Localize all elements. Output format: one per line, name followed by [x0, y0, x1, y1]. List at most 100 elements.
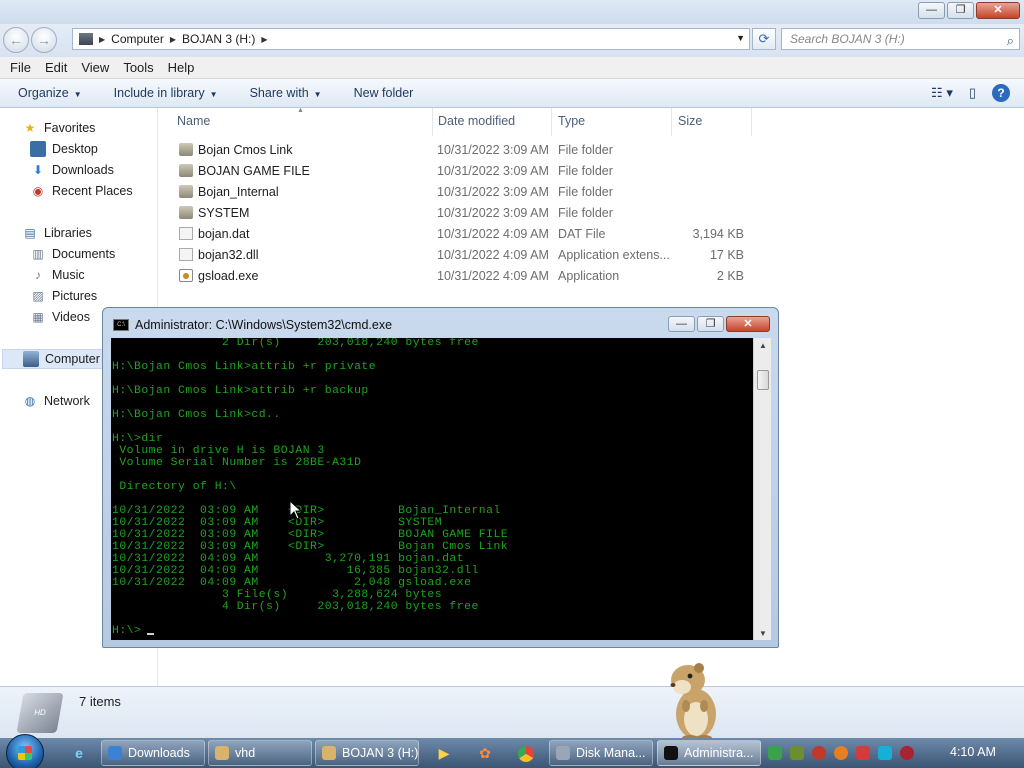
breadcrumb-drive[interactable]: BOJAN 3 (H:) — [182, 32, 255, 46]
documents-icon: ▥ — [32, 247, 44, 261]
column-divider[interactable] — [751, 108, 752, 136]
chrome-icon[interactable] — [511, 741, 541, 765]
nav-music[interactable]: ♪ Music — [30, 267, 85, 283]
nav-recent-places[interactable]: ◉ Recent Places — [30, 183, 133, 199]
taskbar-task-vhd[interactable]: vhd — [208, 740, 312, 766]
file-row[interactable]: gsload.exe 10/31/2022 4:09 AM Application 2… — [159, 266, 759, 287]
nav-videos[interactable]: ▦ Videos — [30, 309, 90, 325]
cmd-line: Volume in drive H is BOJAN 3 — [112, 445, 325, 457]
search-input[interactable]: Search BOJAN 3 (H:) ⌕ — [781, 28, 1020, 50]
search-tray-icon[interactable] — [834, 746, 848, 760]
menu-edit[interactable]: Edit — [45, 60, 67, 75]
preview-pane-icon[interactable]: ▯ — [969, 85, 976, 101]
organize-button[interactable]: Organize ▼ — [18, 86, 82, 100]
action-center-icon[interactable] — [768, 746, 782, 760]
cmd-window-controls: — ❐ ✕ — [668, 316, 770, 332]
folder-icon — [179, 206, 193, 219]
flag-icon[interactable] — [856, 746, 870, 760]
column-divider[interactable] — [551, 108, 552, 136]
file-name: Bojan Cmos Link — [198, 143, 293, 157]
nav-favorites[interactable]: ★ Favorites — [22, 120, 96, 136]
taskbar-task-cmd[interactable]: Administra... — [657, 740, 761, 766]
file-size: 17 KB — [709, 248, 744, 262]
column-divider[interactable] — [432, 108, 433, 136]
file-row[interactable]: Bojan_Internal 10/31/2022 3:09 AM File fol… — [159, 182, 759, 203]
internet-explorer-icon[interactable]: e — [64, 741, 94, 765]
file-date: 10/31/2022 4:09 AM — [437, 227, 549, 241]
new-folder-button[interactable]: New folder — [354, 86, 414, 100]
menu-file[interactable]: File — [10, 60, 31, 75]
breadcrumb-arrow-icon[interactable]: ▶ — [99, 35, 105, 44]
taskbar-task-downloads[interactable]: Downloads — [101, 740, 205, 766]
paint-icon[interactable]: ✿ — [470, 741, 500, 765]
cmd-title-bar[interactable]: C:\ Administrator: C:\Windows\System32\c… — [113, 318, 392, 332]
disk-management-icon — [556, 746, 570, 760]
nav-network[interactable]: ◍ Network — [22, 393, 90, 409]
network-tray-icon[interactable] — [878, 746, 892, 760]
cmd-line — [112, 613, 508, 625]
cmd-close-button[interactable]: ✕ — [726, 316, 770, 332]
address-bar[interactable]: ▶ Computer ▶ BOJAN 3 (H:) ▶ ▼ — [72, 28, 750, 50]
cmd-line: 10/31/2022 03:09 AM <DIR> Bojan_Internal — [112, 505, 501, 517]
include-in-library-button[interactable]: Include in library ▼ — [114, 86, 218, 100]
folder-icon — [179, 164, 193, 177]
cmd-minimize-button[interactable]: — — [668, 316, 695, 332]
scroll-up-icon[interactable]: ▲ — [754, 341, 772, 350]
help-icon[interactable]: ? — [992, 84, 1010, 102]
file-row[interactable]: SYSTEM 10/31/2022 3:09 AM File folder — [159, 203, 759, 224]
cmd-scrollbar[interactable]: ▲ ▼ — [753, 338, 771, 640]
column-header-date[interactable]: Date modified — [438, 114, 515, 128]
file-row[interactable]: bojan.dat 10/31/2022 4:09 AM DAT File 3,194… — [159, 224, 759, 245]
forward-button[interactable]: → — [31, 27, 57, 53]
column-header-type[interactable]: Type — [558, 114, 585, 128]
menu-view[interactable]: View — [81, 60, 109, 75]
nav-libraries[interactable]: ▤ Libraries — [22, 225, 92, 241]
file-name: BOJAN GAME FILE — [198, 164, 310, 178]
file-size: 2 KB — [716, 269, 744, 283]
application-icon — [179, 269, 193, 282]
nav-downloads[interactable]: ⬇ Downloads — [30, 162, 114, 178]
media-player-icon[interactable]: ▶ — [429, 741, 459, 765]
explorer-title-bar: — ❐ ✕ — [0, 0, 1024, 24]
nav-pictures[interactable]: ▨ Pictures — [30, 288, 97, 304]
back-button[interactable]: ← — [3, 27, 29, 53]
file-row[interactable]: BOJAN GAME FILE 10/31/2022 3:09 AM File fo… — [159, 161, 759, 182]
column-header-size[interactable]: Size — [678, 114, 702, 128]
start-button[interactable] — [6, 734, 44, 768]
security-icon[interactable] — [790, 746, 804, 760]
taskbar-task-bojan3[interactable]: BOJAN 3 (H:) — [315, 740, 419, 766]
cmd-line — [112, 493, 508, 505]
menu-tools[interactable]: Tools — [123, 60, 153, 75]
breadcrumb-computer[interactable]: Computer — [111, 32, 164, 46]
cmd-console[interactable]: 2 Dir(s) 203,018,240 bytes free H:\Bojan … — [111, 338, 753, 640]
column-header-name[interactable]: Name — [177, 114, 210, 128]
nav-documents[interactable]: ▥ Documents — [30, 246, 115, 262]
close-button[interactable]: ✕ — [976, 2, 1020, 19]
menu-help[interactable]: Help — [168, 60, 195, 75]
refresh-button[interactable]: ⟳ — [752, 28, 776, 50]
scrollbar-thumb[interactable] — [757, 370, 769, 390]
cmd-window[interactable]: C:\ Administrator: C:\Windows\System32\c… — [102, 307, 779, 648]
minimize-button[interactable]: — — [918, 2, 945, 19]
scroll-down-icon[interactable]: ▼ — [754, 629, 772, 638]
nav-desktop[interactable]: Desktop — [30, 141, 98, 157]
clock[interactable]: 4:10 AM — [950, 745, 996, 759]
file-name: gsload.exe — [198, 269, 259, 283]
address-dropdown-icon[interactable]: ▼ — [736, 33, 745, 43]
cmd-maximize-button[interactable]: ❐ — [697, 316, 724, 332]
drive-icon: HD — [16, 693, 64, 733]
share-with-button[interactable]: Share with ▼ — [250, 86, 322, 100]
column-divider[interactable] — [671, 108, 672, 136]
breadcrumb-arrow-icon[interactable]: ▶ — [170, 35, 176, 44]
cmd-line — [112, 373, 508, 385]
volume-icon[interactable] — [900, 746, 914, 760]
file-date: 10/31/2022 3:09 AM — [437, 143, 549, 157]
file-row[interactable]: bojan32.dll 10/31/2022 4:09 AM Application… — [159, 245, 759, 266]
view-options-icon[interactable]: ☷ ▾ — [931, 85, 953, 101]
tools-icon[interactable] — [812, 746, 826, 760]
breadcrumb-arrow-icon[interactable]: ▶ — [261, 35, 267, 44]
maximize-button[interactable]: ❐ — [947, 2, 974, 19]
file-row[interactable]: Bojan Cmos Link 10/31/2022 3:09 AM File fo… — [159, 140, 759, 161]
taskbar-task-disk-management[interactable]: Disk Mana... — [549, 740, 653, 766]
search-icon[interactable]: ⌕ — [1007, 31, 1014, 51]
